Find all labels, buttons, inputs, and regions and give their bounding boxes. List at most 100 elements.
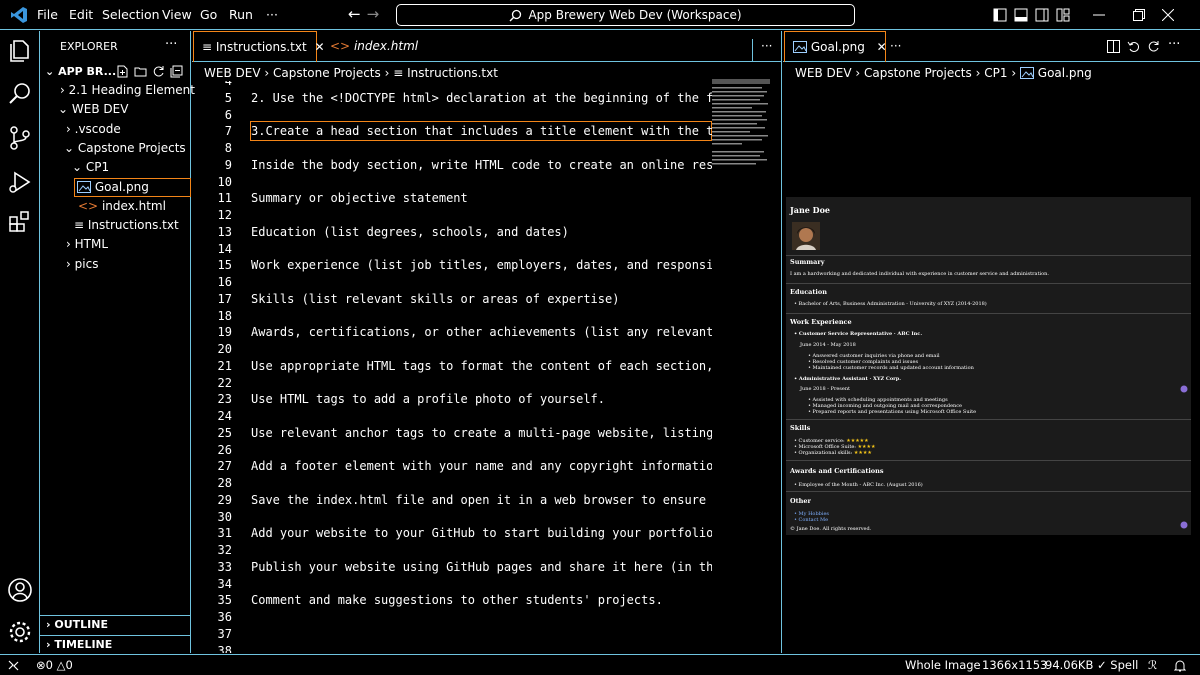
editor1-more-button[interactable]: ··· (752, 39, 772, 61)
outline-label: OUTLINE (54, 618, 108, 631)
explorer-icon[interactable] (5, 35, 35, 65)
chevron-down-icon: ⌄ (45, 65, 55, 78)
breadcrumb-item[interactable]: Capstone Projects (864, 66, 972, 80)
tree-folder-heading-element[interactable]: › 2.1 Heading Element (60, 83, 195, 97)
resume-footer: © Jane Doe. All rights reserved. (790, 526, 872, 532)
timeline-section[interactable]: › TIMELINE (40, 635, 191, 655)
line-number: 31 (217, 526, 232, 541)
tree-file-instructions-txt[interactable]: ≡ Instructions.txt (74, 218, 179, 232)
new-folder-icon[interactable] (134, 65, 147, 78)
menu-file[interactable]: File (37, 7, 58, 22)
tab-bar: ≡ Instructions.txt ✕ <> index.html ··· (192, 31, 781, 62)
chevron-right-icon: › (264, 66, 270, 80)
line-number: 34 (217, 576, 232, 591)
run-debug-icon[interactable] (5, 167, 35, 197)
breadcrumb-item[interactable]: Instructions.txt (407, 66, 498, 80)
code-line: Work experience (list job titles, employ… (251, 258, 712, 273)
line-number: 24 (217, 409, 232, 423)
resume-job-1: • Customer Service Representative · ABC … (794, 331, 923, 337)
image-zoom-mode[interactable]: Whole Image (905, 658, 981, 672)
editor2-more-button[interactable]: ··· (890, 39, 901, 53)
breadcrumb-item[interactable]: CP1 (984, 66, 1007, 80)
menu-selection[interactable]: Selection (102, 7, 160, 22)
menu-run[interactable]: Run (229, 7, 253, 22)
collapse-all-icon[interactable] (170, 65, 183, 78)
refresh-icon[interactable] (152, 65, 165, 78)
menu-go[interactable]: Go (200, 7, 217, 22)
tree-folder-cp1[interactable]: ⌄ CP1 (72, 160, 109, 174)
tree-folder-vscode[interactable]: › .vscode (66, 122, 121, 136)
line-number: 27 (217, 459, 232, 474)
split-editor-icon[interactable] (1107, 40, 1120, 53)
text-file-icon: ≡ (202, 40, 213, 54)
divider (786, 491, 1191, 492)
resume-skill: • Organizational skills: ★★★★ (794, 450, 872, 456)
back-arrow-icon[interactable]: ← (348, 5, 367, 23)
breadcrumb-item[interactable]: WEB DEV (204, 66, 261, 80)
restore-icon[interactable] (1133, 9, 1145, 21)
tab-index-html[interactable]: <> index.html (322, 31, 426, 62)
code-area[interactable]: 4 5 2. Use the <!DOCTYPE html> declaration… (192, 81, 712, 653)
editor2-more-actions[interactable]: ··· (1168, 37, 1180, 52)
chevron-right-icon: › (66, 122, 71, 136)
menu-view[interactable]: View (162, 7, 192, 22)
line-number: 21 (217, 358, 232, 373)
image-preview[interactable]: Jane Doe Summary I am a hardworking and … (786, 197, 1191, 535)
manage-gear-icon[interactable] (5, 617, 35, 647)
reload-icon[interactable] (1147, 40, 1160, 53)
tree-folder-html[interactable]: › HTML (66, 237, 108, 251)
accounts-icon[interactable] (5, 575, 35, 605)
minimize-icon[interactable] (1093, 14, 1105, 16)
explorer-more-button[interactable]: ··· (165, 37, 177, 52)
tree-file-goal-png[interactable]: Goal.png (74, 178, 191, 197)
source-control-icon[interactable] (5, 123, 35, 153)
warning-count: 0 (65, 658, 73, 672)
code-line: Summary or objective statement (251, 191, 468, 206)
divider (786, 255, 1191, 256)
notifications-bell-icon[interactable] (1174, 659, 1186, 672)
tree-label: Goal.png (94, 180, 149, 194)
code-line: Inside the body section, write HTML code… (251, 157, 712, 172)
skill-label: • Organizational skills: (794, 450, 853, 456)
workspace-root[interactable]: ⌄ APP BR... (45, 65, 116, 78)
breadcrumb-item[interactable]: WEB DEV (795, 66, 852, 80)
close-window-icon[interactable] (1162, 9, 1174, 21)
tree-label: CP1 (85, 160, 110, 174)
menu-edit[interactable]: Edit (69, 7, 93, 22)
spell-check-toggle[interactable]: ✓ Spell (1097, 658, 1138, 672)
tab-instructions-txt[interactable]: ≡ Instructions.txt ✕ (193, 31, 325, 62)
tree-folder-web-dev[interactable]: ⌄ WEB DEV (58, 102, 128, 116)
code-line: Awards, certifications, or other achieve… (251, 325, 712, 340)
new-file-icon[interactable] (116, 65, 129, 78)
tree-label: WEB DEV (71, 102, 129, 116)
line-number: 8 (224, 141, 232, 155)
chevron-right-icon: › (46, 638, 51, 651)
outline-section[interactable]: › OUTLINE (40, 615, 191, 635)
tab-goal-png[interactable]: Goal.png ✕ (784, 31, 887, 62)
divider (786, 313, 1191, 314)
tree-folder-capstone-projects[interactable]: ⌄ Capstone Projects (64, 141, 186, 155)
minimap[interactable] (712, 79, 770, 169)
menu-more[interactable]: ··· (266, 7, 278, 22)
translate-icon[interactable]: ℛ (1148, 658, 1157, 672)
breadcrumb-item[interactable]: Goal.png (1038, 66, 1092, 80)
breadcrumb-item[interactable]: Capstone Projects (273, 66, 381, 80)
forward-arrow-icon[interactable]: → (367, 5, 386, 23)
customize-layout-icon[interactable] (1056, 8, 1070, 22)
search-icon[interactable] (5, 79, 35, 109)
revert-icon[interactable] (1127, 40, 1140, 53)
close-tab-icon[interactable]: ✕ (877, 40, 887, 54)
toggle-primary-sidebar-icon[interactable] (993, 8, 1007, 22)
text-file-icon: ≡ (393, 66, 404, 80)
search-icon (509, 9, 522, 21)
toggle-panel-icon[interactable] (1014, 8, 1028, 22)
title-bar: File Edit Selection View Go Run ··· ←→ A… (0, 0, 1200, 30)
tree-folder-pics[interactable]: › pics (66, 257, 98, 271)
problems-indicator[interactable]: ⊗0 △0 (36, 658, 73, 672)
extensions-icon[interactable] (5, 207, 35, 237)
tree-file-index-html[interactable]: <> index.html (78, 199, 166, 213)
command-center[interactable]: App Brewery Web Dev (Workspace) (396, 4, 855, 26)
toggle-secondary-sidebar-icon[interactable] (1035, 8, 1049, 22)
remote-icon[interactable] (8, 660, 19, 671)
code-line: Use HTML tags to add a profile photo of … (251, 392, 606, 407)
